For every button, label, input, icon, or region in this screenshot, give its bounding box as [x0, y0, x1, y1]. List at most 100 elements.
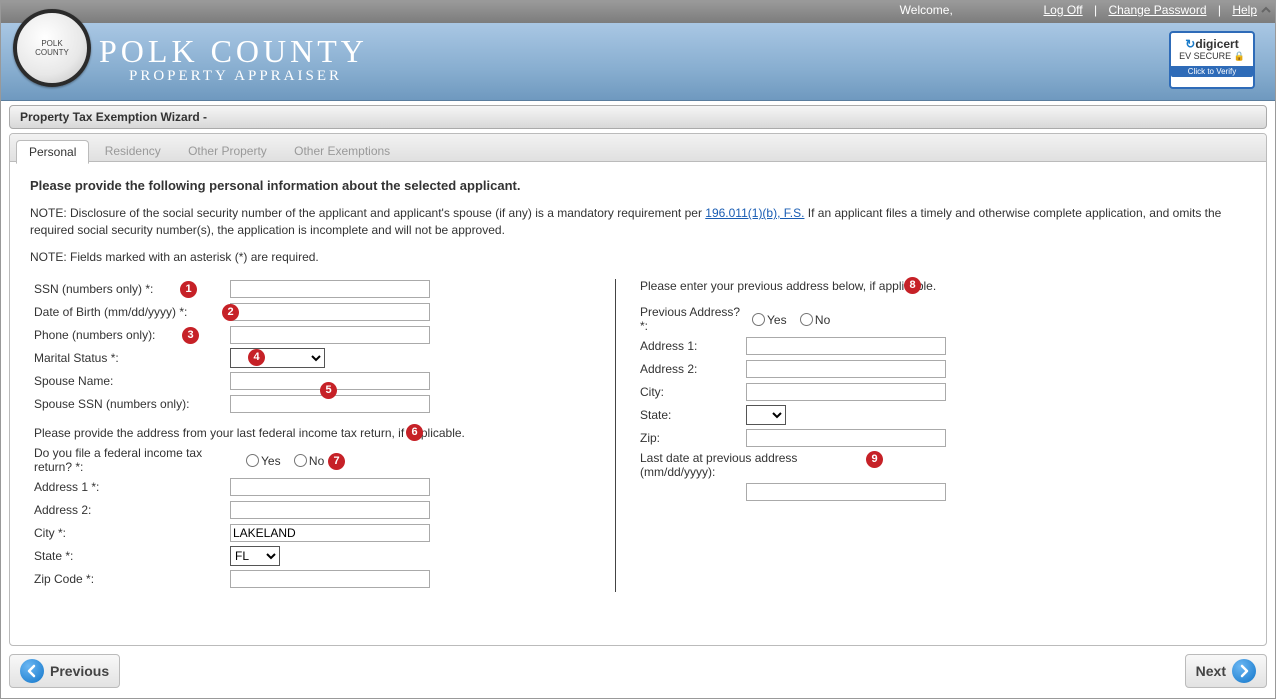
addr2-label: Address 2: — [30, 503, 230, 517]
tab-container: Personal Residency Other Property Other … — [9, 133, 1267, 646]
phone-label: Phone (numbers only): 3 — [30, 328, 230, 342]
city-input[interactable] — [230, 524, 430, 542]
prev-addr2-label: Address 2: — [636, 362, 746, 376]
last-date-label: Last date at previous address (mm/dd/yyy… — [636, 451, 851, 479]
prev-zip-label: Zip: — [636, 431, 746, 445]
prev-addr1-input[interactable] — [746, 337, 946, 355]
dob-input[interactable] — [230, 303, 430, 321]
lock-icon: 🔒 — [1234, 51, 1245, 61]
separator: | — [1218, 3, 1221, 17]
row-prev-addr1: Address 1: — [636, 336, 1246, 356]
state-label: State *: — [30, 549, 230, 563]
row-spouse-name: Spouse Name: 5 — [30, 371, 595, 391]
file-tax-label: Do you file a federal income tax return?… — [30, 446, 240, 474]
row-marital: Marital Status *: 4 — [30, 348, 595, 368]
row-prev-state: State: — [636, 405, 1246, 425]
help-link[interactable]: Help — [1232, 3, 1257, 17]
file-tax-no-radio[interactable] — [294, 454, 307, 467]
previous-button[interactable]: Previous — [9, 654, 120, 688]
tab-other-property[interactable]: Other Property — [176, 140, 279, 162]
wizard-title: Property Tax Exemption Wizard - — [20, 110, 207, 124]
county-seal-icon: POLKCOUNTY — [13, 9, 91, 87]
logoff-link[interactable]: Log Off — [1043, 3, 1082, 17]
dob-label: Date of Birth (mm/dd/yyyy) *: 2 — [30, 305, 230, 319]
marital-label: Marital Status *: — [30, 351, 230, 365]
callout-1: 1 — [180, 281, 197, 298]
prev-addr-q-label: Previous Address? *: — [636, 305, 746, 333]
spouse-ssn-label: Spouse SSN (numbers only): — [30, 397, 230, 411]
tab-personal[interactable]: Personal — [16, 140, 89, 164]
tab-body: Please provide the following personal in… — [10, 162, 1266, 646]
digicert-click: Click to Verify — [1171, 66, 1253, 77]
spouse-name-label: Spouse Name: — [30, 374, 230, 388]
prev-addr-no-label: No — [815, 313, 830, 327]
top-links: Welcome, Log Off | Change Password | Hel… — [900, 3, 1261, 17]
row-zip: Zip Code *: — [30, 569, 595, 589]
row-addr1: Address 1 *: — [30, 477, 595, 497]
last-date-input[interactable] — [746, 483, 946, 501]
banner: POLKCOUNTY POLK COUNTY PROPERTY APPRAISE… — [1, 23, 1275, 101]
state-select[interactable]: FL — [230, 546, 280, 566]
callout-9: 9 — [866, 451, 883, 468]
separator: | — [1094, 3, 1097, 17]
callout-7: 7 — [328, 453, 345, 470]
prev-addr-section-note: Please enter your previous address below… — [640, 279, 1246, 293]
intro-heading: Please provide the following personal in… — [30, 178, 1246, 193]
row-last-date-input — [636, 482, 1246, 502]
digicert-badge[interactable]: ↻digicert EV SECURE 🔒 Click to Verify — [1169, 31, 1255, 89]
banner-title-line2: PROPERTY APPRAISER — [129, 68, 368, 85]
app-frame: Welcome, Log Off | Change Password | Hel… — [0, 0, 1276, 699]
prev-state-select[interactable] — [746, 405, 786, 425]
tab-residency[interactable]: Residency — [93, 140, 173, 162]
note-disclosure: NOTE: Disclosure of the social security … — [30, 205, 1246, 239]
next-button[interactable]: Next — [1185, 654, 1267, 688]
prev-zip-input[interactable] — [746, 429, 946, 447]
arrow-left-icon — [20, 659, 44, 683]
prev-addr-yes-label: Yes — [767, 313, 787, 327]
addr1-input[interactable] — [230, 478, 430, 496]
banner-title: POLK COUNTY PROPERTY APPRAISER — [99, 33, 368, 85]
marital-select[interactable] — [230, 348, 325, 368]
row-prev-addr2: Address 2: — [636, 359, 1246, 379]
row-city: City *: — [30, 523, 595, 543]
row-prev-city: City: — [636, 382, 1246, 402]
statute-link[interactable]: 196.011(1)(b), F.S. — [705, 206, 804, 220]
row-prev-zip: Zip: — [636, 428, 1246, 448]
arrow-right-icon — [1232, 659, 1256, 683]
file-tax-no-label: No — [309, 454, 324, 468]
ssn-label: SSN (numbers only) *: 1 — [30, 282, 230, 296]
phone-input[interactable] — [230, 326, 430, 344]
row-dob: Date of Birth (mm/dd/yyyy) *: 2 — [30, 302, 595, 322]
prev-addr-no-radio[interactable] — [800, 313, 813, 326]
prev-city-input[interactable] — [746, 383, 946, 401]
prev-state-label: State: — [636, 408, 746, 422]
city-label: City *: — [30, 526, 230, 540]
row-last-date: Last date at previous address (mm/dd/yyy… — [636, 451, 1246, 479]
tab-strip: Personal Residency Other Property Other … — [10, 134, 1266, 162]
form-columns: SSN (numbers only) *: 1 Date of Birth (m… — [30, 279, 1246, 592]
prev-addr-yes-radio[interactable] — [752, 313, 765, 326]
ssn-input[interactable] — [230, 280, 430, 298]
digicert-logo-icon: ↻digicert — [1171, 37, 1253, 51]
nav-buttons: Previous Next — [9, 654, 1267, 688]
banner-title-line1: POLK COUNTY — [99, 33, 368, 70]
file-tax-yes-radio[interactable] — [246, 454, 259, 467]
row-state: State *: FL — [30, 546, 595, 566]
prev-addr2-input[interactable] — [746, 360, 946, 378]
row-phone: Phone (numbers only): 3 — [30, 325, 595, 345]
zip-input[interactable] — [230, 570, 430, 588]
left-column: SSN (numbers only) *: 1 Date of Birth (m… — [30, 279, 615, 592]
change-password-link[interactable]: Change Password — [1108, 3, 1206, 17]
scroll-up-icon[interactable] — [1259, 3, 1273, 20]
wizard-title-bar: Property Tax Exemption Wizard - — [9, 105, 1267, 129]
file-tax-yes-label: Yes — [261, 454, 281, 468]
digicert-ev: EV SECURE 🔒 — [1171, 51, 1253, 62]
tab-other-exemptions[interactable]: Other Exemptions — [282, 140, 402, 162]
prev-addr1-label: Address 1: — [636, 339, 746, 353]
addr2-input[interactable] — [230, 501, 430, 519]
tax-return-section-note: Please provide the address from your las… — [34, 426, 595, 440]
top-bar: Welcome, Log Off | Change Password | Hel… — [1, 1, 1275, 23]
row-addr2: Address 2: — [30, 500, 595, 520]
previous-label: Previous — [50, 663, 109, 679]
row-file-tax: Do you file a federal income tax return?… — [30, 446, 595, 474]
